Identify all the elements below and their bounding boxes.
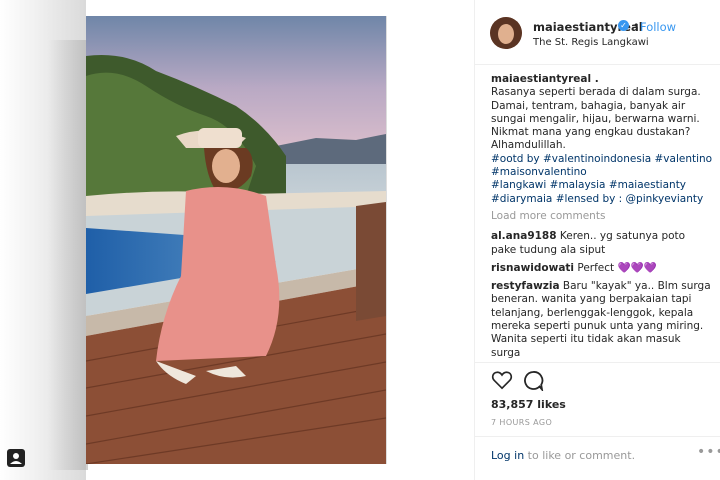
purple-heart-emoji: 💜💜💜	[617, 261, 657, 274]
caption-line: Alhamdulillah.	[491, 139, 566, 152]
more-options-icon[interactable]: •••	[697, 444, 720, 460]
header-divider	[475, 64, 720, 65]
caption-line: Damai, tentram, bahagia, banyak air sung…	[491, 99, 700, 139]
comment-text: Perfect	[577, 261, 615, 274]
footer-divider	[475, 436, 720, 437]
heart-icon[interactable]	[491, 370, 513, 394]
post-timestamp: 7 HOURS AGO	[491, 418, 553, 427]
comment-item: restyfawzia Baru "kayak" ya.. Blm surga …	[491, 280, 713, 359]
avatar[interactable]	[490, 17, 522, 49]
comments-list: maiaestiantyreal . Rasanya seperti berad…	[491, 73, 713, 359]
actions-divider	[475, 362, 720, 363]
location-link[interactable]: The St. Regis Langkawi	[533, 37, 649, 48]
comment-bubble-icon[interactable]	[522, 370, 544, 395]
post-photo-illustration	[86, 16, 386, 464]
login-prompt: Log in to like or comment.	[491, 449, 635, 462]
verified-badge-icon: ✓	[618, 20, 629, 31]
caption-line: Rasanya seperti berada di dalam surga.	[491, 86, 701, 99]
comment-username[interactable]: al.ana9188	[491, 230, 557, 242]
portrait-icon[interactable]	[7, 449, 25, 467]
photo-drop-shadow	[48, 40, 88, 470]
post-side-panel: maiaestiantyreal ✓ • Follow The St. Regi…	[475, 0, 720, 480]
likes-count[interactable]: 83,857 likes	[491, 398, 566, 411]
comment-item: al.ana9188 Keren.. yg satunya poto pake …	[491, 230, 713, 257]
login-prompt-text: to like or comment.	[524, 449, 636, 462]
comment-item: risnawidowati Perfect 💜💜💜	[491, 262, 713, 275]
caption-hashtags[interactable]: #ootd by #valentinoindonesia #valentino …	[491, 153, 712, 178]
comment-username[interactable]: restyfawzia	[491, 280, 560, 292]
post-photo	[86, 16, 387, 464]
follow-button[interactable]: Follow	[640, 20, 676, 34]
comment-username[interactable]: risnawidowati	[491, 262, 574, 274]
load-more-comments-button[interactable]: Load more comments	[491, 210, 713, 223]
caption-username[interactable]: maiaestiantyreal .	[491, 73, 599, 85]
caption-hashtags[interactable]: #langkawi #malaysia #maiaestianty #diary…	[491, 179, 703, 204]
caption: maiaestiantyreal . Rasanya seperti berad…	[491, 73, 713, 206]
login-link[interactable]: Log in	[491, 449, 524, 462]
header-separator: •	[633, 19, 640, 32]
